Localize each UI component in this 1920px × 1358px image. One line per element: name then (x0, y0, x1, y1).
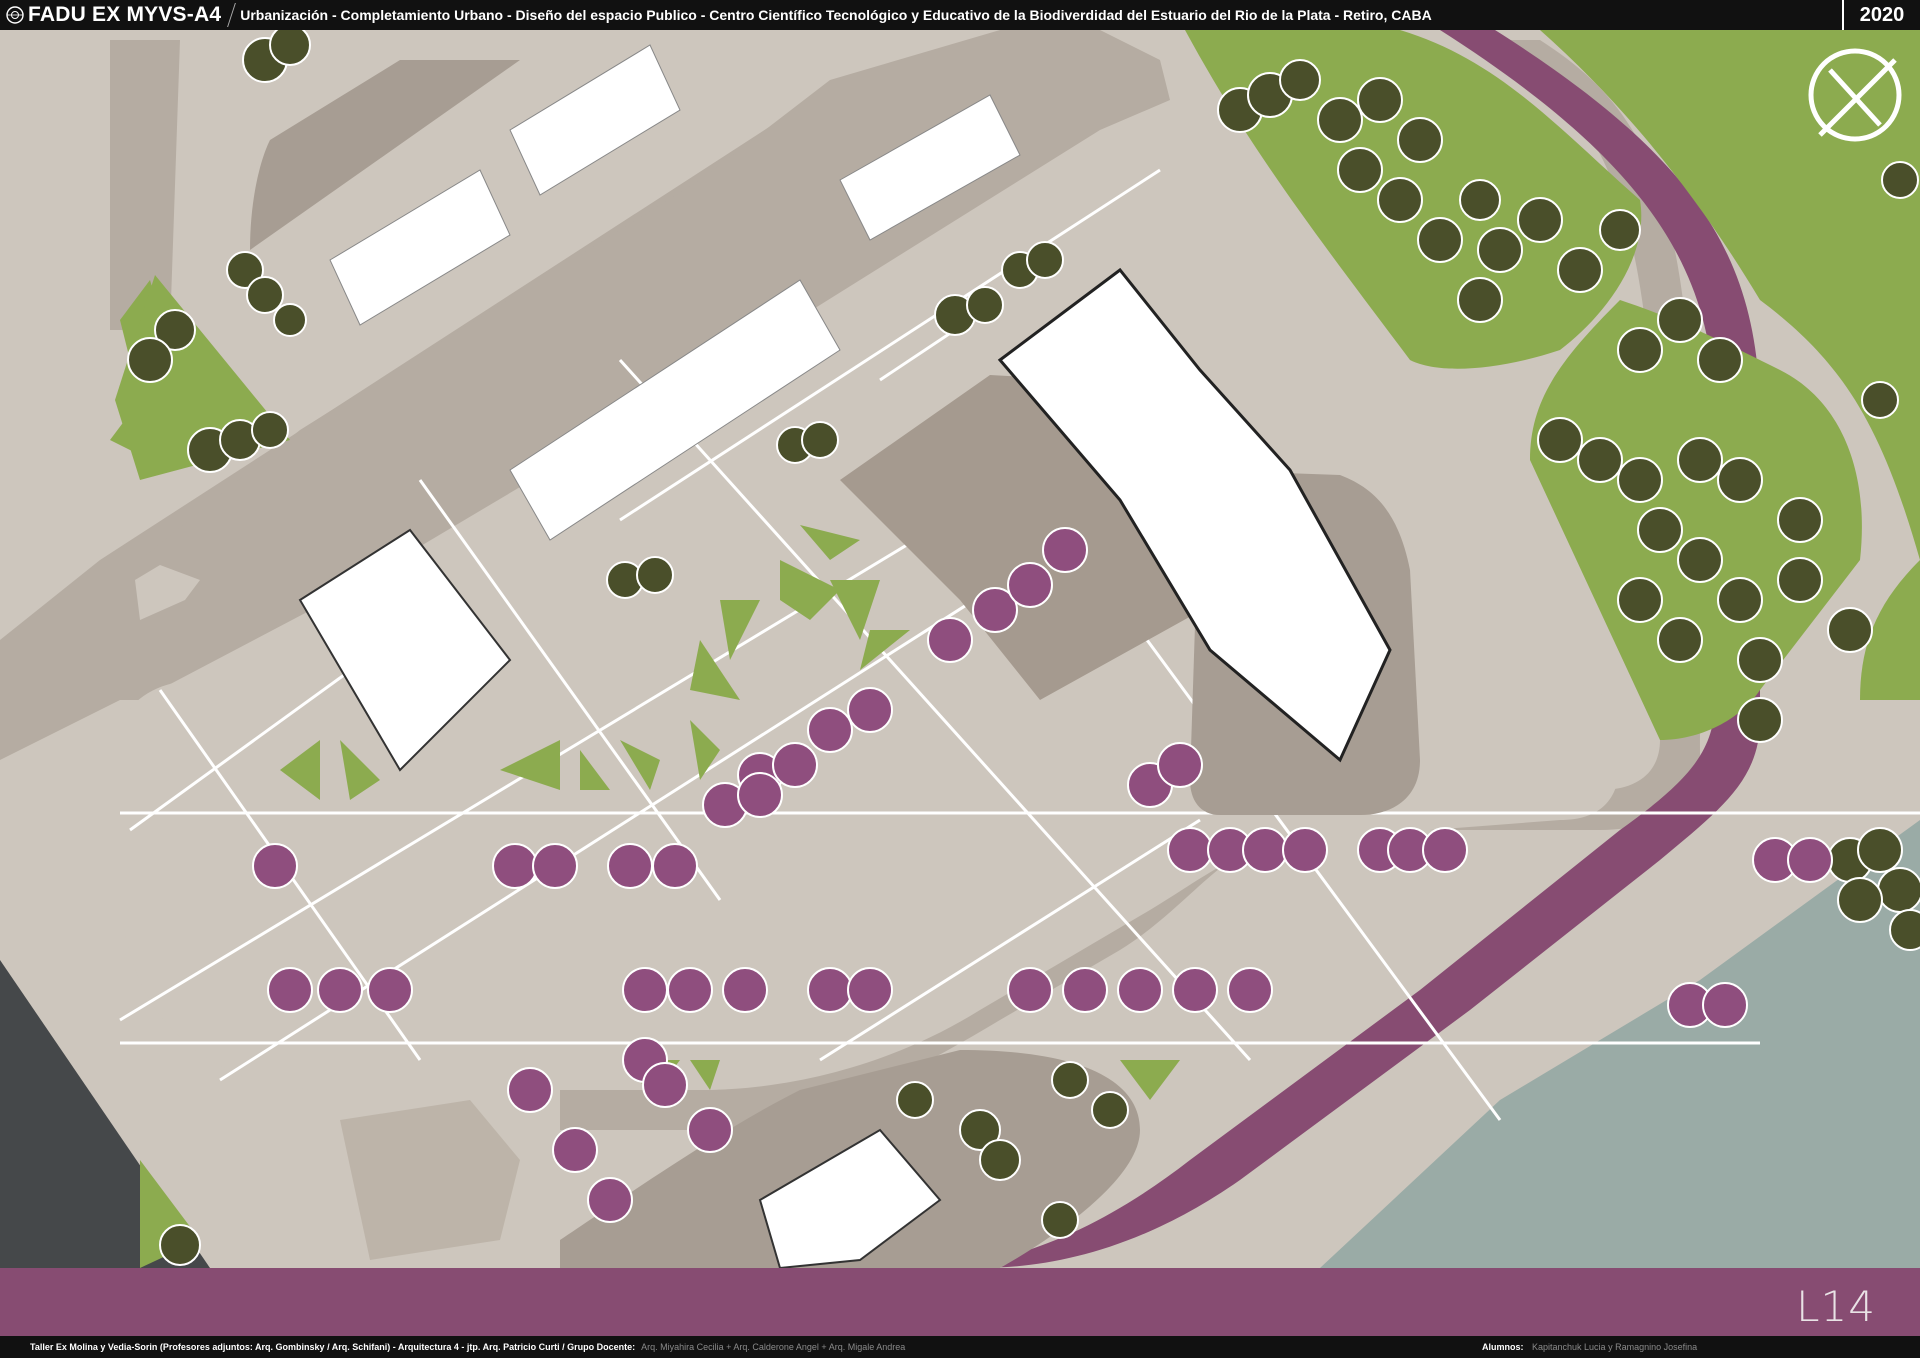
brand-title: FADU EX MYVS-A4 (28, 3, 222, 26)
project-year: 2020 (1842, 0, 1920, 30)
team-label: Taller Ex Molina y Vedia-Sorin (Profesor… (30, 1342, 636, 1352)
fadu-seal-icon (6, 6, 24, 24)
students: Alumnos: Kapitanchuk Lucia y Ramagnino J… (1482, 1342, 1697, 1352)
plan-sheet: FADU EX MYVS-A4 Urbanización - Completam… (0, 0, 1920, 1358)
footer-band (0, 1268, 1920, 1336)
site-plan (0, 30, 1920, 1268)
credits-bar: Taller Ex Molina y Vedia-Sorin (Profesor… (0, 1336, 1920, 1358)
logo: FADU EX MYVS-A4 (0, 0, 221, 30)
team-names: Arq. Miyahira Cecilia + Arq. Calderone A… (641, 1342, 906, 1352)
students-label: Alumnos: (1482, 1342, 1524, 1352)
students-names: Kapitanchuk Lucia y Ramagnino Josefina (1532, 1342, 1698, 1352)
project-description: Urbanización - Completamiento Urbano - D… (240, 7, 1432, 23)
sheet-number: L14 (1796, 1282, 1876, 1331)
title-separator (227, 3, 237, 27)
title-bar: FADU EX MYVS-A4 Urbanización - Completam… (0, 0, 1920, 30)
